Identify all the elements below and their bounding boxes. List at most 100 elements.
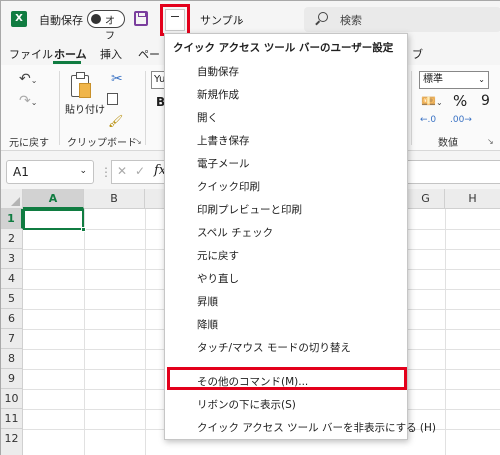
active-cell-a1[interactable] (23, 209, 84, 230)
row-header[interactable]: 10 (1, 389, 23, 409)
menu-item-label: リボンの下に表示(S) (197, 399, 296, 411)
menu-item-new[interactable]: 新規作成 (165, 83, 407, 106)
column-header-c[interactable] (145, 189, 165, 209)
active-tab-underline (53, 61, 81, 64)
clipboard-launcher-icon[interactable]: ↘ (135, 137, 142, 146)
tab-file[interactable]: ファイル (9, 46, 53, 62)
grid-line (84, 209, 85, 455)
menu-item-redo[interactable]: やり直し (165, 267, 407, 290)
menu-item-label: 新規作成 (197, 89, 239, 101)
tab-page-layout[interactable]: ペー (138, 46, 160, 62)
toggle-knob (91, 14, 101, 24)
group-divider (411, 71, 412, 145)
menu-item-label: スペル チェック (197, 227, 274, 239)
menu-item-label: やり直し (197, 273, 239, 285)
row-header[interactable]: 6 (1, 309, 23, 329)
menu-item-undo[interactable]: 元に戻す (165, 244, 407, 267)
decrease-decimal-icon[interactable]: .00→ (450, 115, 472, 125)
format-painter-icon[interactable]: 🖌 (108, 114, 123, 128)
menu-item-label: 降順 (197, 319, 218, 331)
autosave-state: オフ (105, 16, 115, 42)
increase-decimal-icon[interactable]: ←.0 (420, 115, 436, 125)
chevron-down-icon[interactable]: ⌄ (237, 14, 244, 23)
qat-button-highlight (160, 4, 190, 36)
accounting-format-icon[interactable]: 💴⌄ (421, 94, 443, 108)
search-box[interactable]: 検索 (304, 7, 500, 32)
row-header[interactable]: 9 (1, 369, 23, 389)
row-header[interactable]: 12 (1, 429, 23, 455)
comma-style-button[interactable]: 9 (481, 93, 490, 109)
number-launcher-icon[interactable]: ↘ (487, 137, 494, 146)
undo-group-label: 元に戻す (9, 138, 49, 149)
autosave-toggle[interactable]: オフ (87, 10, 125, 42)
menu-item-label: 上書き保存 (197, 135, 250, 147)
tab-insert[interactable]: 挿入 (100, 46, 122, 62)
group-divider (145, 71, 146, 145)
row-header[interactable]: 3 (1, 249, 23, 269)
menu-item-label: クイック アクセス ツール バーを非表示にする (H) (197, 422, 437, 434)
clipboard-group-label: クリップボード (67, 138, 137, 149)
number-format-value: 標準 (423, 74, 443, 85)
menu-header: クイック アクセス ツール バーのユーザー設定 (173, 42, 394, 54)
tab-home[interactable]: ホーム (54, 46, 87, 62)
cut-icon[interactable]: ✂ (111, 71, 123, 87)
number-group-label: 数値 (438, 138, 458, 149)
menu-item-label: 印刷プレビューと印刷 (197, 204, 302, 216)
menu-item-label: 開く (197, 112, 218, 124)
grid-line (145, 209, 146, 455)
menu-item-open[interactable]: 開く (165, 106, 407, 129)
number-format-select[interactable]: 標準 ⌄ (419, 71, 489, 89)
menu-item-label: 元に戻す (197, 250, 239, 262)
menu-item-email[interactable]: 電子メール (165, 152, 407, 175)
paste-icon[interactable] (71, 72, 91, 98)
menu-item-hide-qat[interactable]: クイック アクセス ツール バーを非表示にする (H) (165, 416, 436, 439)
menu-item-save[interactable]: 上書き保存 (165, 129, 407, 152)
group-divider (59, 71, 60, 145)
menu-item-autosave[interactable]: 自動保存 (165, 60, 407, 83)
cancel-icon[interactable]: ✕ (117, 164, 127, 178)
tab-review[interactable]: ブ (412, 46, 423, 62)
row-header[interactable]: 5 (1, 289, 23, 309)
check-icon[interactable]: ✓ (135, 164, 145, 178)
fill-handle[interactable] (81, 227, 86, 232)
menu-item-print-preview[interactable]: 印刷プレビューと印刷 (165, 198, 407, 221)
row-header[interactable]: 8 (1, 349, 23, 369)
menu-item-label: 電子メール (197, 158, 250, 170)
column-header-h[interactable]: H (445, 189, 500, 209)
menu-item-quick-print[interactable]: クイック印刷 (165, 175, 407, 198)
chevron-down-icon: ⌄ (79, 166, 87, 176)
row-header[interactable]: 1 (1, 209, 23, 229)
paste-button[interactable]: 貼り付け (65, 101, 105, 116)
autosave-label: 自動保存 (39, 14, 83, 27)
search-icon (318, 12, 328, 22)
menu-item-sort-ascending[interactable]: 昇順 (165, 290, 407, 313)
menu-item-label: クイック印刷 (197, 181, 260, 193)
undo-icon[interactable]: ↶⌄ (19, 71, 37, 87)
grid-line (445, 209, 446, 455)
row-header[interactable]: 4 (1, 269, 23, 289)
menu-item-sort-descending[interactable]: 降順 (165, 313, 407, 336)
row-header[interactable]: 11 (1, 409, 23, 429)
excel-app-icon: X (11, 11, 27, 27)
name-box[interactable]: A1 ⌄ (6, 160, 94, 184)
chevron-down-icon: ⌄ (478, 75, 485, 84)
name-box-value: A1 (13, 165, 29, 179)
redo-icon[interactable]: ↷⌄ (19, 93, 37, 109)
select-all-button[interactable] (1, 189, 23, 209)
menu-item-show-below-ribbon[interactable]: リボンの下に表示(S) (165, 393, 407, 416)
column-header-g[interactable]: G (407, 189, 445, 209)
percent-style-button[interactable]: % (453, 92, 467, 110)
menu-item-label: 自動保存 (197, 66, 239, 78)
menu-item-label: タッチ/マウス モードの切り替え (197, 342, 351, 354)
search-placeholder: 検索 (340, 14, 362, 27)
menu-item-touch-mouse-mode[interactable]: タッチ/マウス モードの切り替え (165, 336, 407, 359)
save-icon[interactable] (134, 11, 148, 26)
column-header-a[interactable]: A (23, 189, 84, 209)
menu-item-spell-check[interactable]: スペル チェック (165, 221, 407, 244)
more-commands-highlight (167, 367, 407, 390)
row-header[interactable]: 7 (1, 329, 23, 349)
copy-icon[interactable] (107, 93, 118, 105)
menu-item-label: 昇順 (197, 296, 218, 308)
row-header[interactable]: 2 (1, 229, 23, 249)
column-header-b[interactable]: B (84, 189, 145, 209)
